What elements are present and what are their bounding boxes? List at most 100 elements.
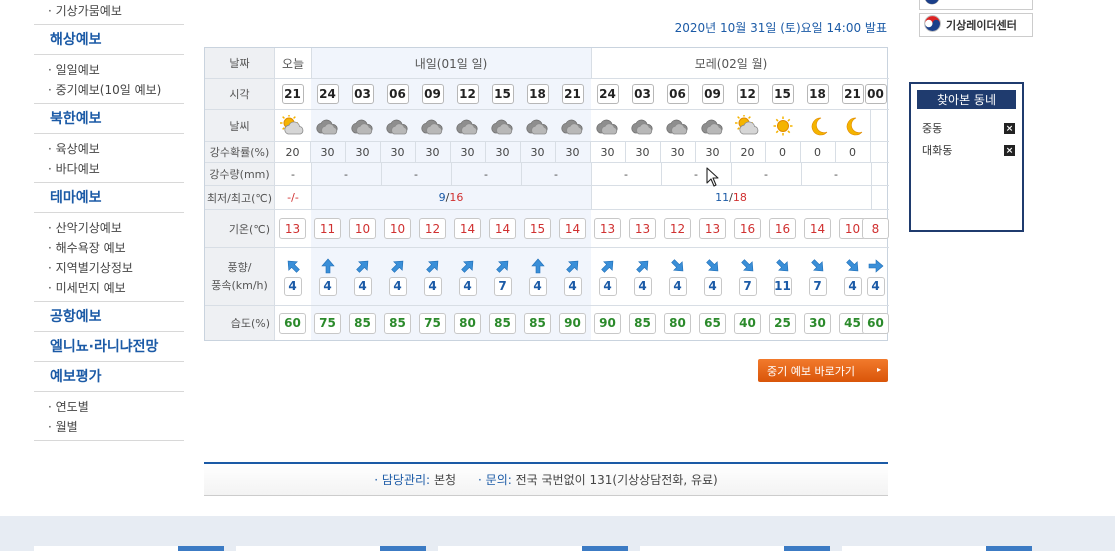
time-cell: 12	[450, 79, 485, 109]
nav-section-title[interactable]: 테마예보	[34, 183, 184, 213]
temp-cell: 8	[858, 210, 893, 247]
bottom-card[interactable]	[34, 546, 224, 551]
humidity-value: 80	[454, 312, 481, 334]
nav-subitem[interactable]: · 지역별기상정보	[34, 258, 184, 278]
visited-place-item[interactable]: 대화동 ×	[911, 139, 1022, 161]
humidity-value: 60	[862, 312, 889, 334]
max-temp: 18	[732, 191, 747, 204]
time-cell: 03	[345, 79, 380, 109]
nav-section-title[interactable]: 북한예보	[34, 104, 184, 134]
wind-speed-value: 4	[668, 276, 687, 296]
nav-section-title[interactable]: 해상예보	[34, 25, 184, 55]
radar-center-link[interactable]: 기상레이더센터	[919, 13, 1033, 37]
wind-cell: 4	[310, 248, 345, 305]
nav-subitem[interactable]: · 해수욕장 예보	[34, 238, 184, 258]
remove-place-icon[interactable]: ×	[1004, 145, 1015, 156]
wind-arrow-icon	[355, 260, 368, 273]
nav-subitem[interactable]: · 바다예보	[34, 159, 184, 179]
humidity-value: 30	[804, 312, 831, 334]
temp-cell: 13	[625, 210, 660, 247]
divider	[870, 142, 871, 162]
date-row: 날짜 오늘 내일(01일 일) 모레(02일 월)	[205, 48, 889, 79]
bottom-card[interactable]	[438, 546, 628, 551]
mid-term-forecast-button[interactable]: 중기 예보 바로가기 ▸	[758, 359, 888, 382]
nav-sections: 해상예보 · 일일예보 · 중기예보(10일 예보) 북한예보 · 육상예보 · 바다예보…	[34, 25, 184, 441]
visited-place-name[interactable]: 중동	[922, 120, 942, 136]
rain-cell: -	[344, 167, 348, 181]
day-today: 오늘	[281, 56, 305, 71]
cloudy-icon	[315, 119, 337, 134]
wind-cell: 4	[345, 248, 380, 305]
humidity-cell: 80	[450, 306, 485, 340]
nav-subitem[interactable]: · 육상예보	[34, 139, 184, 159]
rain-cell: -	[764, 167, 768, 181]
bottom-card[interactable]	[842, 546, 1032, 551]
nav-subitem[interactable]: · 산악기상예보	[34, 218, 184, 238]
day-tomorrow: 내일(01일 일)	[414, 56, 488, 71]
cloudy-icon	[525, 119, 547, 134]
weather-link-button-top[interactable]	[919, 0, 1033, 10]
temp-value: 14	[454, 218, 481, 239]
wind-cell: 4	[590, 248, 625, 305]
pop-cell: 30	[530, 145, 545, 159]
wind-cell: 4	[275, 248, 310, 305]
wind-cell: 4	[695, 248, 730, 305]
nav-sublist: · 산악기상예보 · 해수욕장 예보 · 지역별기상정보 · 미세먼지 예보	[34, 213, 184, 301]
humidity-cell: 40	[730, 306, 765, 340]
pop-cell: 0	[849, 145, 856, 159]
manager-value: 본청	[433, 473, 457, 487]
nav-section-title[interactable]: 예보평가	[34, 362, 184, 392]
bottom-card[interactable]	[236, 546, 426, 551]
wind-dir-label: 풍향/	[227, 260, 252, 274]
divider	[871, 163, 872, 185]
temp-value: 14	[489, 218, 516, 239]
pop-cell: 0	[779, 145, 786, 159]
nav-section-title[interactable]: 엘니뇨·라니냐전망	[34, 332, 184, 362]
wind-arrow-icon	[320, 258, 335, 273]
pop-cell: 30	[355, 145, 370, 159]
humidity-cell: 30	[800, 306, 835, 340]
bottom-card[interactable]	[640, 546, 830, 551]
wind-cell: 4	[625, 248, 660, 305]
time-label: 06	[386, 84, 409, 104]
visited-place-item[interactable]: 중동 ×	[911, 117, 1022, 139]
kma-logo-icon	[924, 15, 941, 35]
wind-cell: 11	[765, 248, 800, 305]
time-cell: 24	[310, 79, 345, 109]
nav-subitem[interactable]: · 연도별	[34, 397, 184, 417]
day-after-tomorrow: 모레(02일 월)	[694, 56, 768, 71]
visited-place-name[interactable]: 대화동	[922, 142, 952, 158]
moon-icon	[846, 117, 862, 135]
time-label: 12	[736, 84, 759, 104]
manager-key: · 담당관리:	[374, 473, 431, 487]
time-row-header: 시각	[205, 79, 275, 109]
time-label: 00	[864, 84, 887, 104]
nav-subitem[interactable]: · 일일예보	[34, 60, 184, 80]
time-label: 15	[491, 84, 514, 104]
announce-time: 2020년 10월 31일 (토)요일 14:00 발표	[674, 21, 887, 35]
nav-subitem[interactable]: · 중기예보(10일 예보)	[34, 80, 184, 100]
remove-place-icon[interactable]: ×	[1004, 123, 1015, 134]
time-label: 18	[526, 84, 549, 104]
nav-section-title[interactable]: 공항예보	[34, 302, 184, 332]
temp-cell: 14	[800, 210, 835, 247]
temp-value: 11	[314, 218, 341, 239]
weather-cell	[660, 110, 695, 141]
cloudy-icon	[630, 119, 652, 134]
rain-cell: -	[834, 167, 838, 181]
wind-cell: 4	[520, 248, 555, 305]
wind-cell: 4	[415, 248, 450, 305]
minmax-tomorrow: 9/16	[311, 186, 591, 209]
weather-cell	[415, 110, 450, 141]
weather-cell	[310, 110, 345, 141]
humidity-value: 85	[629, 312, 656, 334]
wind-speed-value: 7	[808, 276, 827, 296]
humidity-value: 75	[419, 312, 446, 334]
nav-item-drought-forecast[interactable]: · 기상가뭄예보	[34, 1, 184, 21]
time-cell: 09	[415, 79, 450, 109]
pop-cell: 30	[390, 145, 405, 159]
nav-subitem[interactable]: · 월별	[34, 417, 184, 437]
humidity-row-header: 습도(%)	[205, 306, 275, 340]
nav-subitem[interactable]: · 미세먼지 예보	[34, 278, 184, 298]
temp-cell: 14	[555, 210, 590, 247]
